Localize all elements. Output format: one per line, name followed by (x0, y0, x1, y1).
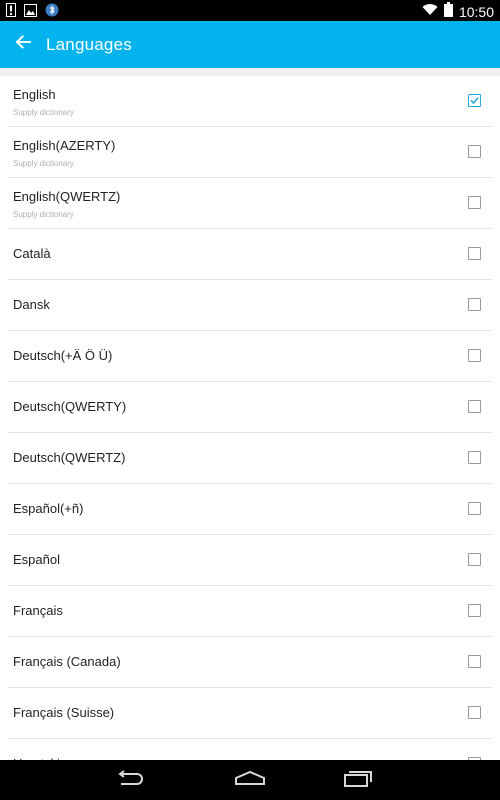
language-label: Deutsch(+Ä Ö Ü) (13, 348, 113, 363)
language-row[interactable]: Deutsch(QWERTY) (8, 382, 492, 433)
language-row[interactable]: Deutsch(QWERTZ) (8, 433, 492, 484)
navigation-bar (0, 760, 500, 800)
language-checkbox[interactable] (468, 349, 481, 362)
language-checkbox[interactable] (468, 94, 481, 107)
wifi-icon (422, 3, 438, 21)
language-row[interactable]: Français (Suisse) (8, 688, 492, 739)
nav-home-button[interactable] (228, 768, 272, 792)
language-row[interactable]: English(QWERTZ) Supply dictionary (8, 178, 492, 229)
language-checkbox[interactable] (468, 604, 481, 617)
language-checkbox[interactable] (468, 553, 481, 566)
language-checkbox[interactable] (468, 298, 481, 311)
language-row[interactable]: Français (Canada) (8, 637, 492, 688)
status-right-icons: 10:50 (422, 2, 494, 22)
battery-icon (443, 2, 453, 22)
language-row[interactable]: English(AZERTY) Supply dictionary (8, 127, 492, 178)
language-checkbox[interactable] (468, 145, 481, 158)
language-label: Deutsch(QWERTY) (13, 399, 127, 414)
language-label: Español (13, 552, 60, 567)
status-time: 10:50 (458, 4, 494, 20)
language-row[interactable]: Deutsch(+Ä Ö Ü) (8, 331, 492, 382)
alert-icon (6, 3, 16, 22)
back-icon (115, 769, 145, 791)
app-bar: Languages (0, 21, 500, 68)
back-button[interactable] (0, 21, 46, 68)
language-row[interactable]: Hrvatski (8, 739, 492, 760)
language-label: Deutsch(QWERTZ) (13, 450, 126, 465)
language-row[interactable]: Español (8, 535, 492, 586)
recents-icon (343, 769, 373, 792)
nav-back-button[interactable] (108, 768, 152, 792)
bluetooth-icon (45, 3, 59, 22)
status-bar: 10:50 (0, 0, 500, 21)
list-top-spacer (0, 68, 500, 76)
language-checkbox[interactable] (468, 400, 481, 413)
language-label: Français (Suisse) (13, 705, 115, 720)
status-left-icons (6, 3, 59, 22)
page-title: Languages (46, 34, 132, 54)
language-label: Català (13, 246, 51, 261)
language-subtitle: Supply dictionary (13, 108, 74, 117)
language-checkbox[interactable] (468, 196, 481, 209)
image-icon (24, 3, 37, 22)
language-label: Français (13, 603, 63, 618)
check-icon (470, 97, 479, 105)
nav-recents-button[interactable] (336, 768, 380, 792)
language-label: English(QWERTZ) (13, 189, 121, 204)
language-row[interactable]: Español(+ñ) (8, 484, 492, 535)
language-row[interactable]: Dansk (8, 280, 492, 331)
arrow-left-icon (15, 35, 31, 54)
language-checkbox[interactable] (468, 655, 481, 668)
language-checkbox[interactable] (468, 502, 481, 515)
language-checkbox[interactable] (468, 706, 481, 719)
language-label: Español(+ñ) (13, 501, 84, 516)
language-row[interactable]: English Supply dictionary (8, 76, 492, 127)
language-checkbox[interactable] (468, 247, 481, 260)
language-subtitle: Supply dictionary (13, 159, 74, 168)
language-checkbox[interactable] (468, 451, 481, 464)
language-subtitle: Supply dictionary (13, 210, 74, 219)
language-label: English (13, 87, 56, 102)
language-list[interactable]: English Supply dictionary English(AZERTY) S… (0, 76, 500, 760)
home-icon (234, 770, 266, 791)
language-row[interactable]: Français (8, 586, 492, 637)
language-label: English(AZERTY) (13, 138, 116, 153)
language-row[interactable]: Català (8, 229, 492, 280)
language-label: Français (Canada) (13, 654, 121, 669)
language-label: Dansk (13, 297, 50, 312)
